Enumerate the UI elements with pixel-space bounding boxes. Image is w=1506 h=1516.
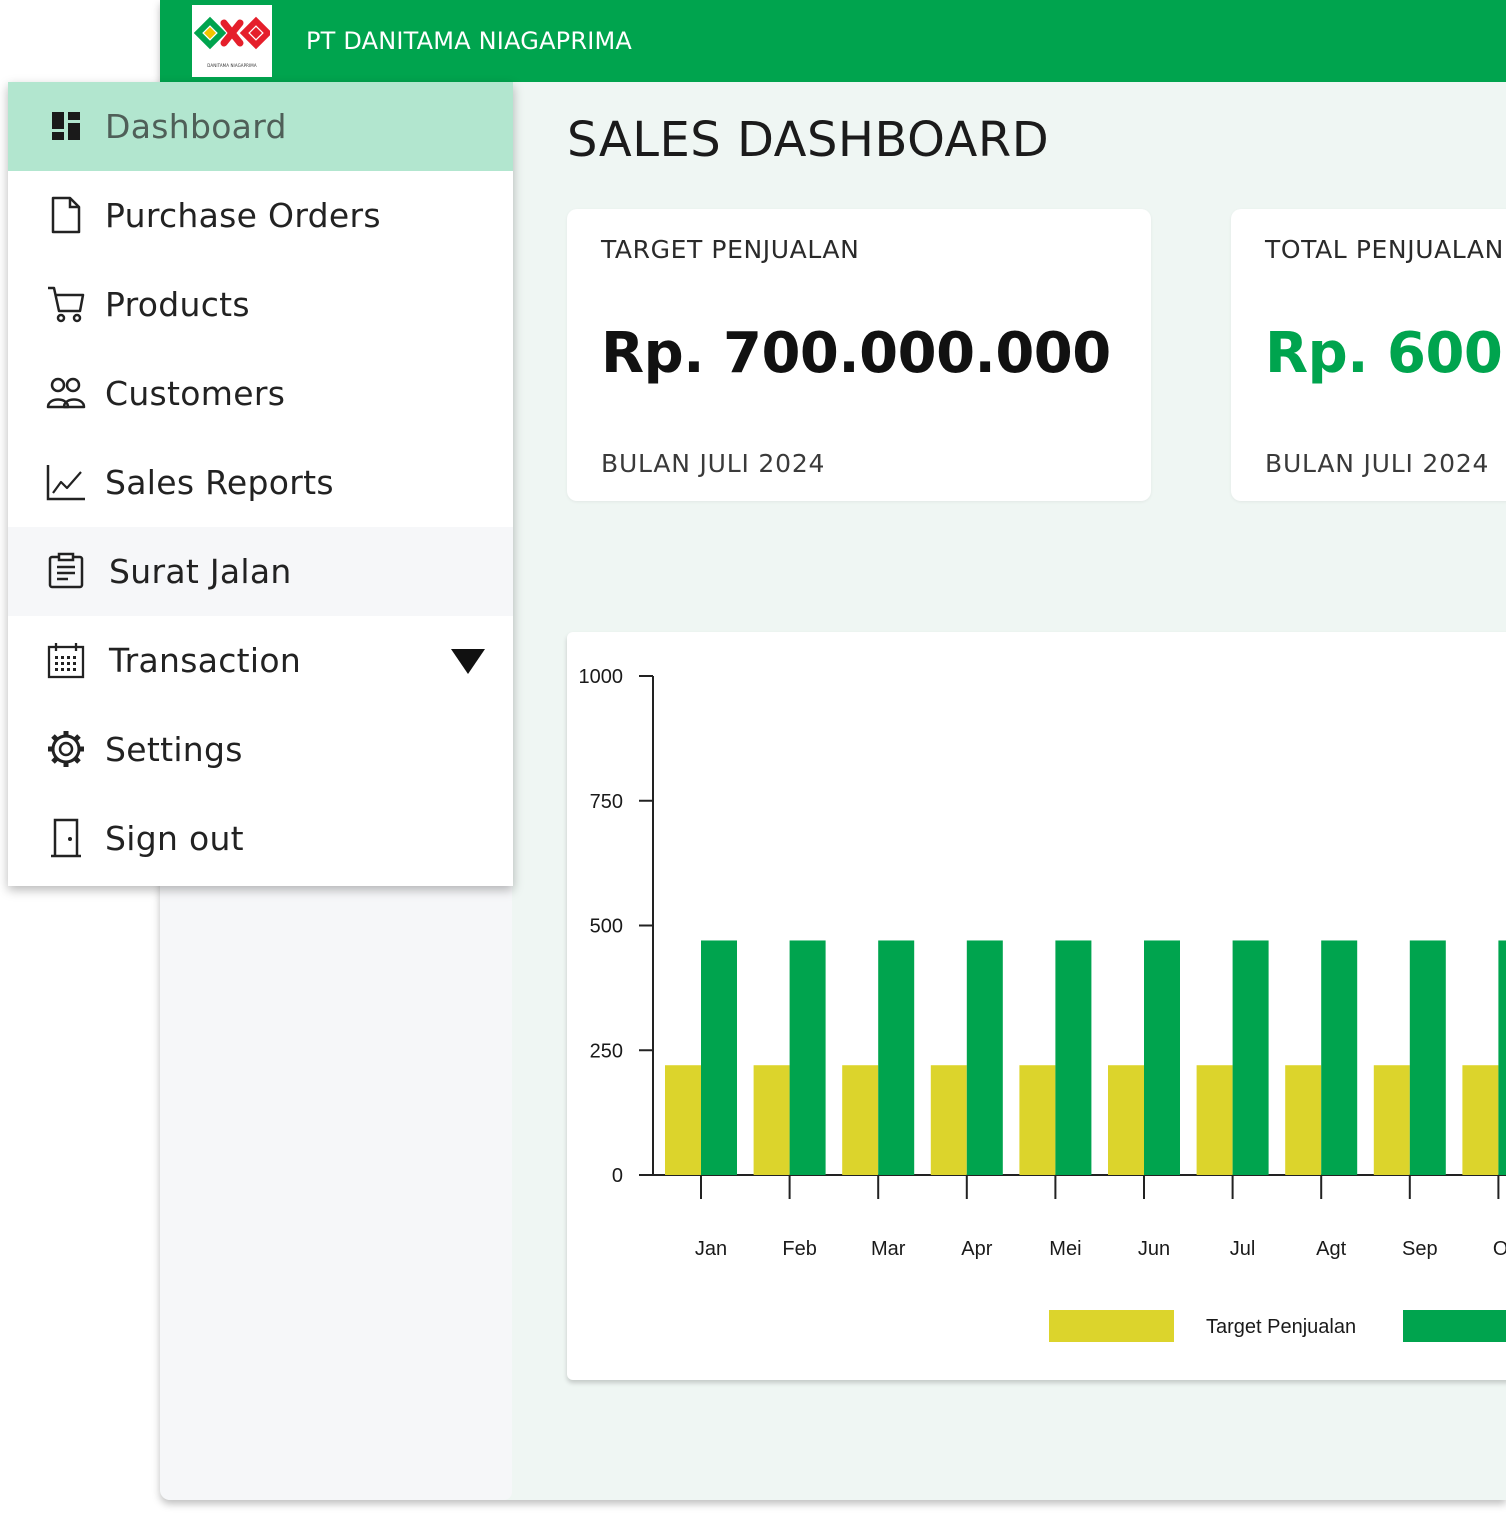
bar-total xyxy=(1232,940,1269,1175)
bar-total xyxy=(878,940,915,1175)
x-tick-label: Feb xyxy=(782,1238,816,1260)
users-icon xyxy=(45,371,87,415)
menu-item-transaction[interactable]: Transaction xyxy=(8,616,513,705)
x-tick-label: Jul xyxy=(1230,1238,1256,1260)
menu-item-label: Surat Jalan xyxy=(109,552,292,591)
legend-swatch xyxy=(1403,1310,1506,1342)
card-label: TARGET PENJUALAN xyxy=(601,235,860,264)
menu-item-purchase-orders[interactable]: Purchase Orders xyxy=(8,171,513,260)
card-label: TOTAL PENJUALAN xyxy=(1265,235,1504,264)
menu-item-label: Settings xyxy=(105,730,243,769)
card-period: BULAN JULI 2024 xyxy=(601,449,826,478)
line-chart-icon xyxy=(45,460,87,504)
door-icon xyxy=(45,816,87,860)
y-tick-label: 0 xyxy=(612,1165,623,1187)
cart-icon xyxy=(45,282,87,326)
company-name: PT DANITAMA NIAGAPRIMA xyxy=(306,27,633,55)
bar-target xyxy=(753,1065,790,1175)
top-bar: DANITAMA NIAGAPRIMA PT DANITAMA NIAGAPRI… xyxy=(160,0,1506,82)
sales-chart-card: 0 250 500 750 1000 Jan Feb Mar Apr Mei Jun Jul Agt Se… xyxy=(567,632,1506,1380)
bar-target xyxy=(930,1065,967,1175)
document-icon xyxy=(45,193,87,237)
menu-item-label: Transaction xyxy=(109,641,302,680)
sales-bar-chart: 0 250 500 750 1000 Jan Feb Mar Apr Mei Jun Jul Agt Se… xyxy=(579,666,1506,1342)
menu-item-customers[interactable]: Customers xyxy=(8,349,513,438)
chevron-down-icon[interactable] xyxy=(451,649,485,674)
menu-item-label: Customers xyxy=(105,374,286,413)
menu-item-products[interactable]: Products xyxy=(8,260,513,349)
company-logo[interactable]: DANITAMA NIAGAPRIMA xyxy=(192,5,272,77)
menu-item-label: Products xyxy=(105,285,250,324)
bar-total xyxy=(1409,940,1446,1175)
x-tick-label: Sep xyxy=(1402,1238,1438,1260)
bar-target xyxy=(1019,1065,1056,1175)
gear-icon xyxy=(45,727,87,771)
menu-item-label: Dashboard xyxy=(105,107,287,146)
bar-total xyxy=(701,940,737,1175)
menu-item-dashboard[interactable]: Dashboard xyxy=(8,82,513,171)
y-tick-label: 500 xyxy=(590,916,623,938)
y-tick-label: 1000 xyxy=(579,666,624,688)
target-sales-card: TARGET PENJUALAN Rp. 700.000.000 BULAN J… xyxy=(567,209,1151,501)
x-tick-label: Mar xyxy=(871,1238,906,1260)
x-tick-label: Apr xyxy=(961,1238,992,1260)
navigation-menu: Dashboard Purchase Orders Products Custo… xyxy=(8,82,513,886)
logo-mark-icon xyxy=(194,16,270,50)
legend-label: Target Penjualan xyxy=(1206,1316,1356,1338)
menu-item-label: Sales Reports xyxy=(105,463,334,502)
legend-swatch xyxy=(1049,1310,1174,1342)
bar-target xyxy=(1108,1065,1144,1175)
card-value: Rp. 600.000.000 xyxy=(1265,321,1506,386)
menu-item-label: Sign out xyxy=(105,819,244,858)
card-value: Rp. 700.000.000 xyxy=(601,321,1111,386)
menu-item-label: Purchase Orders xyxy=(105,196,381,235)
bar-total xyxy=(1498,940,1506,1175)
x-tick-label: Jun xyxy=(1138,1238,1170,1260)
bar-total xyxy=(1055,940,1092,1175)
page-title: SALES DASHBOARD xyxy=(567,112,1050,168)
bar-target xyxy=(1462,1065,1499,1175)
bar-total xyxy=(966,940,1003,1175)
logo-caption: DANITAMA NIAGAPRIMA xyxy=(207,63,257,68)
x-tick-label: Mei xyxy=(1049,1238,1081,1260)
bar-total xyxy=(1144,940,1180,1175)
y-tick-label: 750 xyxy=(590,791,623,813)
menu-item-surat-jalan[interactable]: Surat Jalan xyxy=(8,527,513,616)
y-tick-label: 250 xyxy=(590,1040,623,1062)
total-sales-card: TOTAL PENJUALAN Rp. 600.000.000 BULAN JU… xyxy=(1231,209,1506,501)
x-tick-label: Okt xyxy=(1493,1238,1506,1260)
bar-target xyxy=(842,1065,879,1175)
bar-target xyxy=(1285,1065,1322,1175)
card-period: BULAN JULI 2024 xyxy=(1265,449,1490,478)
menu-item-sales-reports[interactable]: Sales Reports xyxy=(8,438,513,527)
bar-target xyxy=(1196,1065,1233,1175)
bar-total xyxy=(789,940,826,1175)
dashboard-icon xyxy=(45,104,87,148)
bar-target xyxy=(1373,1065,1410,1175)
calendar-icon xyxy=(45,638,87,682)
menu-item-settings[interactable]: Settings xyxy=(8,705,513,794)
bar-target xyxy=(665,1065,701,1175)
x-tick-label: Jan xyxy=(695,1238,727,1260)
menu-item-sign-out[interactable]: Sign out xyxy=(8,794,513,883)
clipboard-icon xyxy=(45,549,87,593)
bar-total xyxy=(1321,940,1358,1175)
x-tick-label: Agt xyxy=(1316,1238,1346,1260)
